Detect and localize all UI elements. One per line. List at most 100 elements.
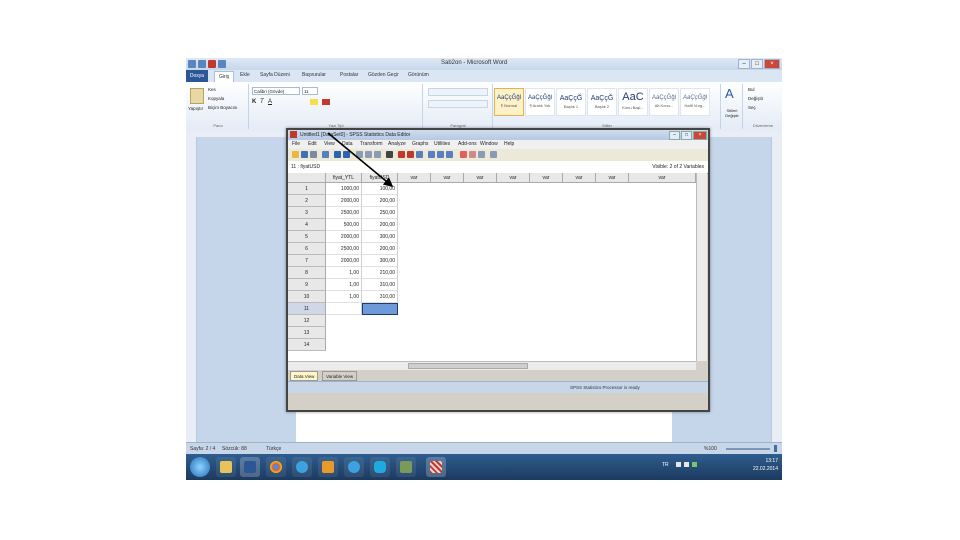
scripts-icon[interactable]	[490, 151, 497, 158]
taskbar-skype[interactable]	[370, 457, 390, 477]
insert-cases-icon[interactable]	[398, 151, 405, 158]
spss-maximize-button[interactable]: □	[681, 131, 692, 140]
column-header[interactable]: var	[563, 173, 596, 183]
table-cell[interactable]: 1,00	[326, 291, 362, 303]
active-cell[interactable]	[362, 303, 398, 315]
tab-variable-view[interactable]: Variable View	[322, 371, 358, 381]
row-header[interactable]: 9	[288, 279, 326, 291]
row-header[interactable]: 4	[288, 219, 326, 231]
row-header[interactable]: 6	[288, 243, 326, 255]
highlight-color-icon[interactable]	[310, 99, 318, 105]
menu-window[interactable]: Window	[480, 141, 498, 147]
menu-analyze[interactable]: Analyze	[388, 141, 406, 147]
paste-label[interactable]: Yapıştır	[188, 106, 203, 111]
print-icon[interactable]	[310, 151, 317, 158]
redo-icon[interactable]	[218, 60, 226, 68]
menu-graphs[interactable]: Graphs	[412, 141, 428, 147]
change-styles-icon[interactable]: A	[725, 86, 734, 101]
column-header[interactable]: var	[497, 173, 530, 183]
table-cell[interactable]: 210,00	[362, 267, 398, 279]
table-cell[interactable]: 200,00	[362, 243, 398, 255]
font-color-icon[interactable]	[322, 99, 330, 105]
row-header[interactable]: 1	[288, 183, 326, 195]
status-page[interactable]: Sayfa: 2 / 4	[190, 446, 215, 452]
split-file-icon[interactable]	[416, 151, 423, 158]
goto-variable-icon[interactable]	[365, 151, 372, 158]
taskbar-internet-explorer[interactable]	[292, 457, 312, 477]
table-cell[interactable]: 2500,00	[326, 207, 362, 219]
table-cell[interactable]: 2000,00	[326, 231, 362, 243]
menu-help[interactable]: Help	[504, 141, 514, 147]
redo-icon[interactable]	[343, 151, 350, 158]
table-cell[interactable]: 100,00	[362, 183, 398, 195]
style-no-spacing[interactable]: AaÇçĞğl ¶ Aralık Yok	[525, 88, 555, 116]
menu-add-ons[interactable]: Add-ons	[458, 141, 477, 147]
column-header[interactable]: var	[431, 173, 464, 183]
volume-icon[interactable]	[684, 462, 689, 467]
change-styles-button[interactable]: Stilleri Değiştir	[722, 108, 742, 118]
column-header[interactable]: var	[398, 173, 431, 183]
spell-check-icon[interactable]	[478, 151, 485, 158]
variables-icon[interactable]	[374, 151, 381, 158]
zoom-slider[interactable]	[726, 448, 770, 450]
table-cell[interactable]: 2000,00	[326, 195, 362, 207]
tab-insert[interactable]: Ekle	[240, 72, 250, 78]
paste-icon[interactable]	[190, 88, 204, 104]
tab-references[interactable]: Başvurular	[302, 72, 326, 78]
alignment-buttons[interactable]	[428, 100, 488, 108]
tray-icons[interactable]	[676, 462, 716, 470]
show-all-variables-icon[interactable]	[469, 151, 476, 158]
tab-file[interactable]: Dosya	[186, 70, 208, 82]
table-cell[interactable]: 2500,00	[326, 243, 362, 255]
undo-icon[interactable]	[208, 60, 216, 68]
taskbar-media-player[interactable]	[318, 457, 338, 477]
column-header[interactable]: fiyatUSD	[362, 173, 398, 183]
column-header[interactable]: var	[629, 173, 696, 183]
menu-file[interactable]: File	[292, 141, 300, 147]
table-cell[interactable]: 2000,00	[326, 255, 362, 267]
find-button[interactable]: Bul	[748, 87, 755, 92]
tray-clock[interactable]: 13:17 22.02.2014	[753, 457, 778, 473]
table-cell[interactable]: 1,00	[326, 267, 362, 279]
table-cell[interactable]: 300,00	[362, 255, 398, 267]
value-labels-icon[interactable]	[446, 151, 453, 158]
corner-cell[interactable]	[288, 173, 326, 183]
taskbar-spss[interactable]	[426, 457, 446, 477]
copy-button[interactable]: Kopyala	[208, 96, 224, 101]
replace-button[interactable]: Değiştir	[748, 96, 763, 101]
taskbar-explorer[interactable]	[216, 457, 236, 477]
style-heading-1[interactable]: AaÇçĞ Başlık 1	[556, 88, 586, 116]
table-cell[interactable]	[326, 303, 362, 315]
font-size-select[interactable]: 11	[302, 87, 318, 95]
weight-cases-icon[interactable]	[428, 151, 435, 158]
tab-data-view[interactable]: Data View	[290, 371, 319, 381]
save-icon[interactable]	[301, 151, 308, 158]
format-painter-button[interactable]: Biçim Boyacısı	[208, 105, 238, 110]
start-button[interactable]	[190, 457, 210, 477]
taskbar-app[interactable]	[396, 457, 416, 477]
row-header[interactable]: 8	[288, 267, 326, 279]
spss-close-button[interactable]: ×	[693, 131, 707, 140]
style-title[interactable]: AaC Konu Başl...	[618, 88, 648, 116]
table-cell[interactable]: 310,00	[362, 279, 398, 291]
menu-utilities[interactable]: Utilities	[434, 141, 450, 147]
taskbar-word[interactable]	[240, 457, 260, 477]
style-subtle-emphasis[interactable]: AaÇçĞğl Hafif Vurg...	[680, 88, 710, 116]
find-icon[interactable]	[386, 151, 393, 158]
row-header[interactable]: 14	[288, 339, 326, 351]
row-header[interactable]: 10	[288, 291, 326, 303]
style-subtitle[interactable]: AaÇçĞğl Alt Konu...	[649, 88, 679, 116]
table-cell[interactable]: 200,00	[362, 195, 398, 207]
row-header[interactable]: 2	[288, 195, 326, 207]
underline-button[interactable]: A	[268, 99, 272, 105]
status-words[interactable]: Sözcük: 88	[222, 446, 247, 452]
font-name-select[interactable]: Calibri (Gövde)	[252, 87, 300, 95]
network-icon[interactable]	[676, 462, 681, 467]
tray-language[interactable]: TR	[662, 462, 669, 468]
tab-home[interactable]: Giriş	[214, 71, 235, 82]
table-cell[interactable]: 300,00	[362, 231, 398, 243]
table-cell[interactable]: 310,00	[362, 291, 398, 303]
open-icon[interactable]	[292, 151, 299, 158]
select-button[interactable]: Seç	[748, 105, 756, 110]
style-heading-2[interactable]: AaÇçĞ Başlık 2	[587, 88, 617, 116]
